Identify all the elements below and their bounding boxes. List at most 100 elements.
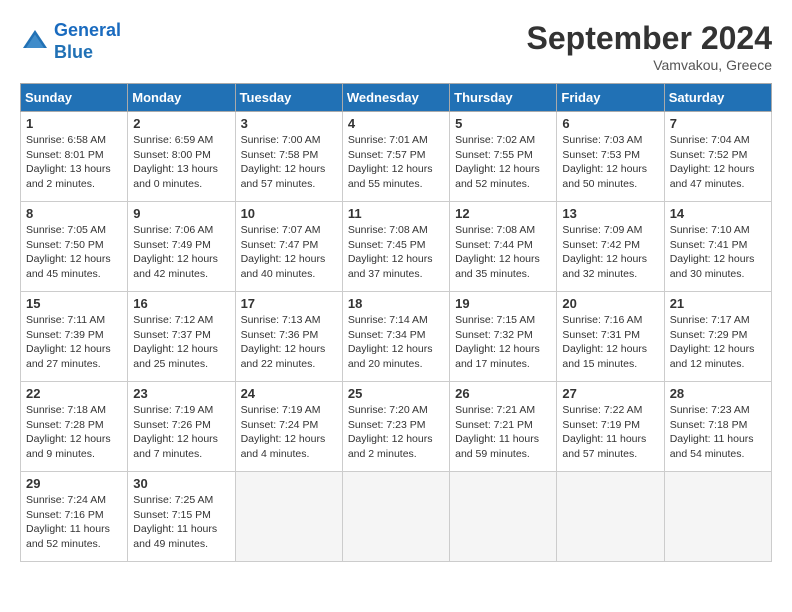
day-info: Sunrise: 7:01 AM Sunset: 7:57 PM Dayligh… [348, 133, 444, 192]
weekday-header-tuesday: Tuesday [235, 84, 342, 112]
day-info: Sunrise: 7:17 AM Sunset: 7:29 PM Dayligh… [670, 313, 766, 372]
day-info: Sunrise: 7:13 AM Sunset: 7:36 PM Dayligh… [241, 313, 337, 372]
day-number: 8 [26, 206, 122, 221]
calendar-cell: 30 Sunrise: 7:25 AM Sunset: 7:15 PM Dayli… [128, 472, 235, 562]
day-number: 4 [348, 116, 444, 131]
day-number: 12 [455, 206, 551, 221]
day-number: 18 [348, 296, 444, 311]
logo-line2: Blue [54, 42, 93, 62]
day-number: 11 [348, 206, 444, 221]
day-info: Sunrise: 7:08 AM Sunset: 7:45 PM Dayligh… [348, 223, 444, 282]
title-block: September 2024 Vamvakou, Greece [527, 20, 772, 73]
day-number: 26 [455, 386, 551, 401]
calendar-cell: 23Sunrise: 7:19 AM Sunset: 7:26 PM Dayli… [128, 382, 235, 472]
calendar-cell: 16Sunrise: 7:12 AM Sunset: 7:37 PM Dayli… [128, 292, 235, 382]
calendar-cell: 6 Sunrise: 7:03 AM Sunset: 7:53 PM Daylig… [557, 112, 664, 202]
calendar-cell: 24Sunrise: 7:19 AM Sunset: 7:24 PM Dayli… [235, 382, 342, 472]
weekday-header-saturday: Saturday [664, 84, 771, 112]
day-info: Sunrise: 7:09 AM Sunset: 7:42 PM Dayligh… [562, 223, 658, 282]
calendar-cell: 18 Sunrise: 7:14 AM Sunset: 7:34 PM Dayli… [342, 292, 449, 382]
weekday-header-wednesday: Wednesday [342, 84, 449, 112]
day-info: Sunrise: 6:58 AM Sunset: 8:01 PM Dayligh… [26, 133, 122, 192]
calendar-cell: 3Sunrise: 7:00 AM Sunset: 7:58 PM Daylig… [235, 112, 342, 202]
calendar-cell: 27 Sunrise: 7:22 AM Sunset: 7:19 PM Dayli… [557, 382, 664, 472]
day-info: Sunrise: 7:24 AM Sunset: 7:16 PM Dayligh… [26, 493, 122, 552]
calendar-table: SundayMondayTuesdayWednesdayThursdayFrid… [20, 83, 772, 562]
day-info: Sunrise: 7:15 AM Sunset: 7:32 PM Dayligh… [455, 313, 551, 372]
day-number: 25 [348, 386, 444, 401]
calendar-cell [235, 472, 342, 562]
day-number: 15 [26, 296, 122, 311]
day-info: Sunrise: 7:23 AM Sunset: 7:18 PM Dayligh… [670, 403, 766, 462]
day-number: 30 [133, 476, 229, 491]
day-number: 28 [670, 386, 766, 401]
day-info: Sunrise: 7:18 AM Sunset: 7:28 PM Dayligh… [26, 403, 122, 462]
calendar-week-1: 1 Sunrise: 6:58 AM Sunset: 8:01 PM Daylig… [21, 112, 772, 202]
day-info: Sunrise: 6:59 AM Sunset: 8:00 PM Dayligh… [133, 133, 229, 192]
day-info: Sunrise: 7:19 AM Sunset: 7:26 PM Dayligh… [133, 403, 229, 462]
logo-icon [20, 27, 50, 57]
calendar-week-2: 8Sunrise: 7:05 AM Sunset: 7:50 PM Daylig… [21, 202, 772, 292]
day-info: Sunrise: 7:19 AM Sunset: 7:24 PM Dayligh… [241, 403, 337, 462]
calendar-cell [450, 472, 557, 562]
day-number: 7 [670, 116, 766, 131]
day-number: 13 [562, 206, 658, 221]
calendar-cell: 26 Sunrise: 7:21 AM Sunset: 7:21 PM Dayli… [450, 382, 557, 472]
weekday-header-thursday: Thursday [450, 84, 557, 112]
month-title: September 2024 [527, 20, 772, 57]
logo: General Blue [20, 20, 121, 63]
day-number: 29 [26, 476, 122, 491]
day-number: 5 [455, 116, 551, 131]
calendar-cell: 14Sunrise: 7:10 AM Sunset: 7:41 PM Dayli… [664, 202, 771, 292]
day-number: 6 [562, 116, 658, 131]
calendar-week-3: 15 Sunrise: 7:11 AM Sunset: 7:39 PM Dayli… [21, 292, 772, 382]
day-info: Sunrise: 7:22 AM Sunset: 7:19 PM Dayligh… [562, 403, 658, 462]
day-info: Sunrise: 7:03 AM Sunset: 7:53 PM Dayligh… [562, 133, 658, 192]
calendar-cell: 4 Sunrise: 7:01 AM Sunset: 7:57 PM Daylig… [342, 112, 449, 202]
day-number: 21 [670, 296, 766, 311]
day-info: Sunrise: 7:04 AM Sunset: 7:52 PM Dayligh… [670, 133, 766, 192]
day-info: Sunrise: 7:21 AM Sunset: 7:21 PM Dayligh… [455, 403, 551, 462]
calendar-cell: 22Sunrise: 7:18 AM Sunset: 7:28 PM Dayli… [21, 382, 128, 472]
calendar-cell: 19 Sunrise: 7:15 AM Sunset: 7:32 PM Dayli… [450, 292, 557, 382]
calendar-cell: 12 Sunrise: 7:08 AM Sunset: 7:44 PM Dayli… [450, 202, 557, 292]
calendar-cell: 15 Sunrise: 7:11 AM Sunset: 7:39 PM Dayli… [21, 292, 128, 382]
day-number: 10 [241, 206, 337, 221]
day-info: Sunrise: 7:07 AM Sunset: 7:47 PM Dayligh… [241, 223, 337, 282]
day-number: 19 [455, 296, 551, 311]
day-info: Sunrise: 7:20 AM Sunset: 7:23 PM Dayligh… [348, 403, 444, 462]
day-number: 27 [562, 386, 658, 401]
calendar-cell [342, 472, 449, 562]
page-header: General Blue September 2024 Vamvakou, Gr… [20, 20, 772, 73]
day-info: Sunrise: 7:10 AM Sunset: 7:41 PM Dayligh… [670, 223, 766, 282]
calendar-cell: 1 Sunrise: 6:58 AM Sunset: 8:01 PM Daylig… [21, 112, 128, 202]
day-number: 9 [133, 206, 229, 221]
calendar-cell: 21 Sunrise: 7:17 AM Sunset: 7:29 PM Dayli… [664, 292, 771, 382]
day-info: Sunrise: 7:08 AM Sunset: 7:44 PM Dayligh… [455, 223, 551, 282]
calendar-cell: 11 Sunrise: 7:08 AM Sunset: 7:45 PM Dayli… [342, 202, 449, 292]
logo-text: General Blue [54, 20, 121, 63]
calendar-cell: 25 Sunrise: 7:20 AM Sunset: 7:23 PM Dayli… [342, 382, 449, 472]
calendar-cell [557, 472, 664, 562]
calendar-cell: 20Sunrise: 7:16 AM Sunset: 7:31 PM Dayli… [557, 292, 664, 382]
location: Vamvakou, Greece [527, 57, 772, 73]
calendar-cell: 29 Sunrise: 7:24 AM Sunset: 7:16 PM Dayli… [21, 472, 128, 562]
weekday-header-sunday: Sunday [21, 84, 128, 112]
calendar-cell: 13 Sunrise: 7:09 AM Sunset: 7:42 PM Dayli… [557, 202, 664, 292]
day-info: Sunrise: 7:14 AM Sunset: 7:34 PM Dayligh… [348, 313, 444, 372]
calendar-cell: 9Sunrise: 7:06 AM Sunset: 7:49 PM Daylig… [128, 202, 235, 292]
weekday-header-friday: Friday [557, 84, 664, 112]
day-info: Sunrise: 7:11 AM Sunset: 7:39 PM Dayligh… [26, 313, 122, 372]
calendar-cell: 8Sunrise: 7:05 AM Sunset: 7:50 PM Daylig… [21, 202, 128, 292]
day-number: 2 [133, 116, 229, 131]
weekday-header-row: SundayMondayTuesdayWednesdayThursdayFrid… [21, 84, 772, 112]
day-number: 17 [241, 296, 337, 311]
calendar-cell: 7 Sunrise: 7:04 AM Sunset: 7:52 PM Daylig… [664, 112, 771, 202]
day-number: 16 [133, 296, 229, 311]
calendar-cell: 2 Sunrise: 6:59 AM Sunset: 8:00 PM Daylig… [128, 112, 235, 202]
day-number: 20 [562, 296, 658, 311]
calendar-cell: 10 Sunrise: 7:07 AM Sunset: 7:47 PM Dayli… [235, 202, 342, 292]
day-number: 1 [26, 116, 122, 131]
day-info: Sunrise: 7:25 AM Sunset: 7:15 PM Dayligh… [133, 493, 229, 552]
day-info: Sunrise: 7:02 AM Sunset: 7:55 PM Dayligh… [455, 133, 551, 192]
